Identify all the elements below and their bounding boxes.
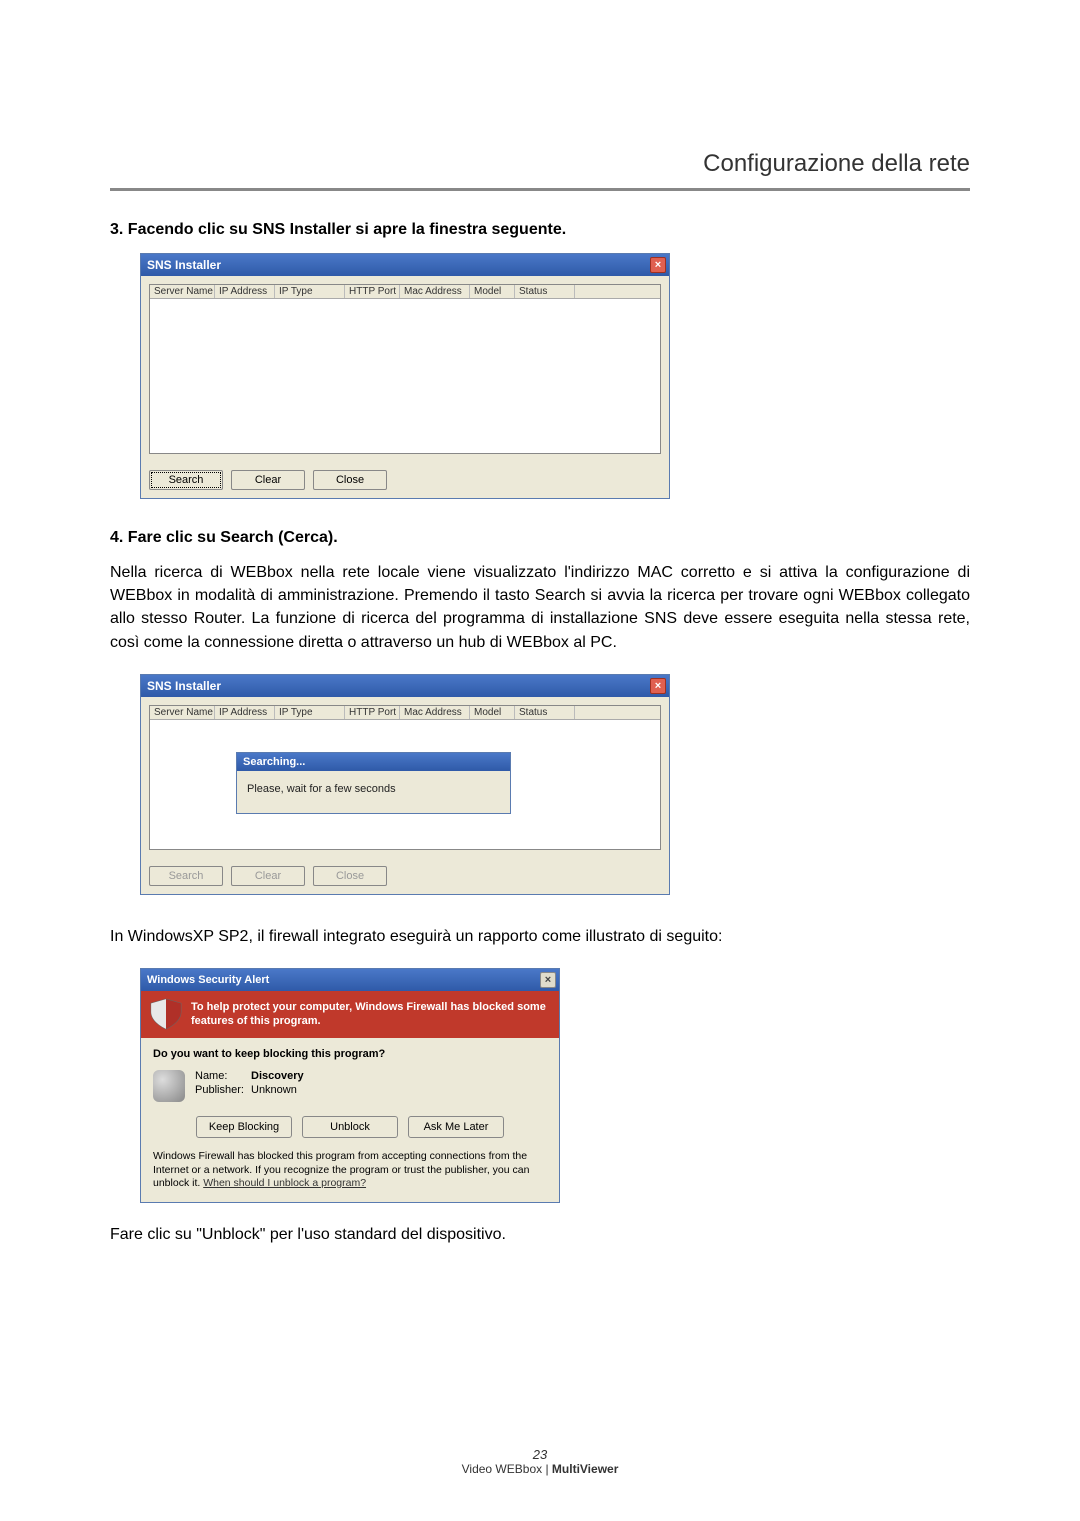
unblock-button[interactable]: Unblock xyxy=(302,1116,398,1138)
step4-paragraph: Nella ricerca di WEBbox nella rete local… xyxy=(110,561,970,654)
device-listview[interactable]: Server Name IP Address IP Type HTTP Port… xyxy=(149,284,661,454)
name-value: Discovery xyxy=(251,1070,304,1082)
col-status: Status xyxy=(515,706,575,719)
clear-button[interactable]: Clear xyxy=(231,470,305,490)
product-b: MultiViewer xyxy=(552,1462,618,1476)
alert-title: Windows Security Alert xyxy=(147,974,269,986)
xp-firewall-note: In WindowsXP SP2, il firewall integrato … xyxy=(110,925,970,948)
alert-question: Do you want to keep blocking this progra… xyxy=(153,1048,547,1060)
searching-dialog: Searching... Please, wait for a few seco… xyxy=(236,752,511,814)
sns-installer-window-2: SNS Installer × Server Name IP Address I… xyxy=(140,674,670,895)
close-button[interactable]: Close xyxy=(313,470,387,490)
publisher-value: Unknown xyxy=(251,1084,304,1096)
program-icon xyxy=(153,1070,185,1102)
col-ip-type[interactable]: IP Type xyxy=(275,285,345,298)
close-icon[interactable]: × xyxy=(650,678,666,694)
program-info: Name: Discovery Publisher: Unknown xyxy=(153,1070,547,1102)
col-mac-address[interactable]: Mac Address xyxy=(400,285,470,298)
alert-button-row: Keep Blocking Unblock Ask Me Later xyxy=(153,1116,547,1138)
col-http-port: HTTP Port xyxy=(345,706,400,719)
col-ip-address: IP Address xyxy=(215,706,275,719)
search-button[interactable]: Search xyxy=(149,470,223,490)
shield-icon xyxy=(149,997,183,1031)
listview-header: Server Name IP Address IP Type HTTP Port… xyxy=(150,285,660,299)
alert-banner: To help protect your computer, Windows F… xyxy=(141,991,559,1039)
col-model[interactable]: Model xyxy=(470,285,515,298)
page-number: 23 xyxy=(0,1447,1080,1462)
unblock-note: Fare clic su "Unblock" per l'uso standar… xyxy=(110,1223,970,1246)
col-ip-address[interactable]: IP Address xyxy=(215,285,275,298)
alert-banner-text: To help protect your computer, Windows F… xyxy=(191,1001,546,1027)
product-line: Video WEBbox | MultiViewer xyxy=(0,1462,1080,1476)
windows-security-alert: Windows Security Alert × To help protect… xyxy=(140,968,560,1203)
window-title: SNS Installer xyxy=(147,258,221,272)
step4-heading: 4. Fare clic su Search (Cerca). xyxy=(110,529,970,547)
step3-heading: 3. Facendo clic su SNS Installer si apre… xyxy=(110,221,970,239)
header-rule xyxy=(110,188,970,191)
keep-blocking-button[interactable]: Keep Blocking xyxy=(196,1116,292,1138)
close-button: Close xyxy=(313,866,387,886)
alert-explain-link[interactable]: When should I unblock a program? xyxy=(203,1177,366,1189)
col-model: Model xyxy=(470,706,515,719)
window-title: SNS Installer xyxy=(147,679,221,693)
clear-button: Clear xyxy=(231,866,305,886)
listview-header: Server Name IP Address IP Type HTTP Port… xyxy=(150,706,660,720)
alert-explanation: Windows Firewall has blocked this progra… xyxy=(153,1150,547,1189)
col-rest xyxy=(575,285,660,298)
sns-installer-window-1: SNS Installer × Server Name IP Address I… xyxy=(140,253,670,499)
product-a: Video WEBbox | xyxy=(462,1462,552,1476)
searching-title: Searching... xyxy=(237,753,510,771)
titlebar: Windows Security Alert × xyxy=(141,969,559,991)
ask-me-later-button[interactable]: Ask Me Later xyxy=(408,1116,504,1138)
search-button: Search xyxy=(149,866,223,886)
col-mac-address: Mac Address xyxy=(400,706,470,719)
page-title: Configurazione della rete xyxy=(110,150,970,178)
col-http-port[interactable]: HTTP Port xyxy=(345,285,400,298)
button-row: Search Clear Close xyxy=(141,858,669,894)
col-ip-type: IP Type xyxy=(275,706,345,719)
titlebar: SNS Installer × xyxy=(141,675,669,697)
titlebar: SNS Installer × xyxy=(141,254,669,276)
button-row: Search Clear Close xyxy=(141,462,669,498)
close-icon[interactable]: × xyxy=(650,257,666,273)
col-status[interactable]: Status xyxy=(515,285,575,298)
col-server-name[interactable]: Server Name xyxy=(150,285,215,298)
name-label: Name: xyxy=(195,1070,251,1082)
col-server-name: Server Name xyxy=(150,706,215,719)
searching-message: Please, wait for a few seconds xyxy=(237,771,510,813)
publisher-label: Publisher: xyxy=(195,1084,251,1096)
close-icon[interactable]: × xyxy=(540,972,556,988)
col-rest xyxy=(575,706,660,719)
footer: 23 Video WEBbox | MultiViewer xyxy=(0,1447,1080,1476)
